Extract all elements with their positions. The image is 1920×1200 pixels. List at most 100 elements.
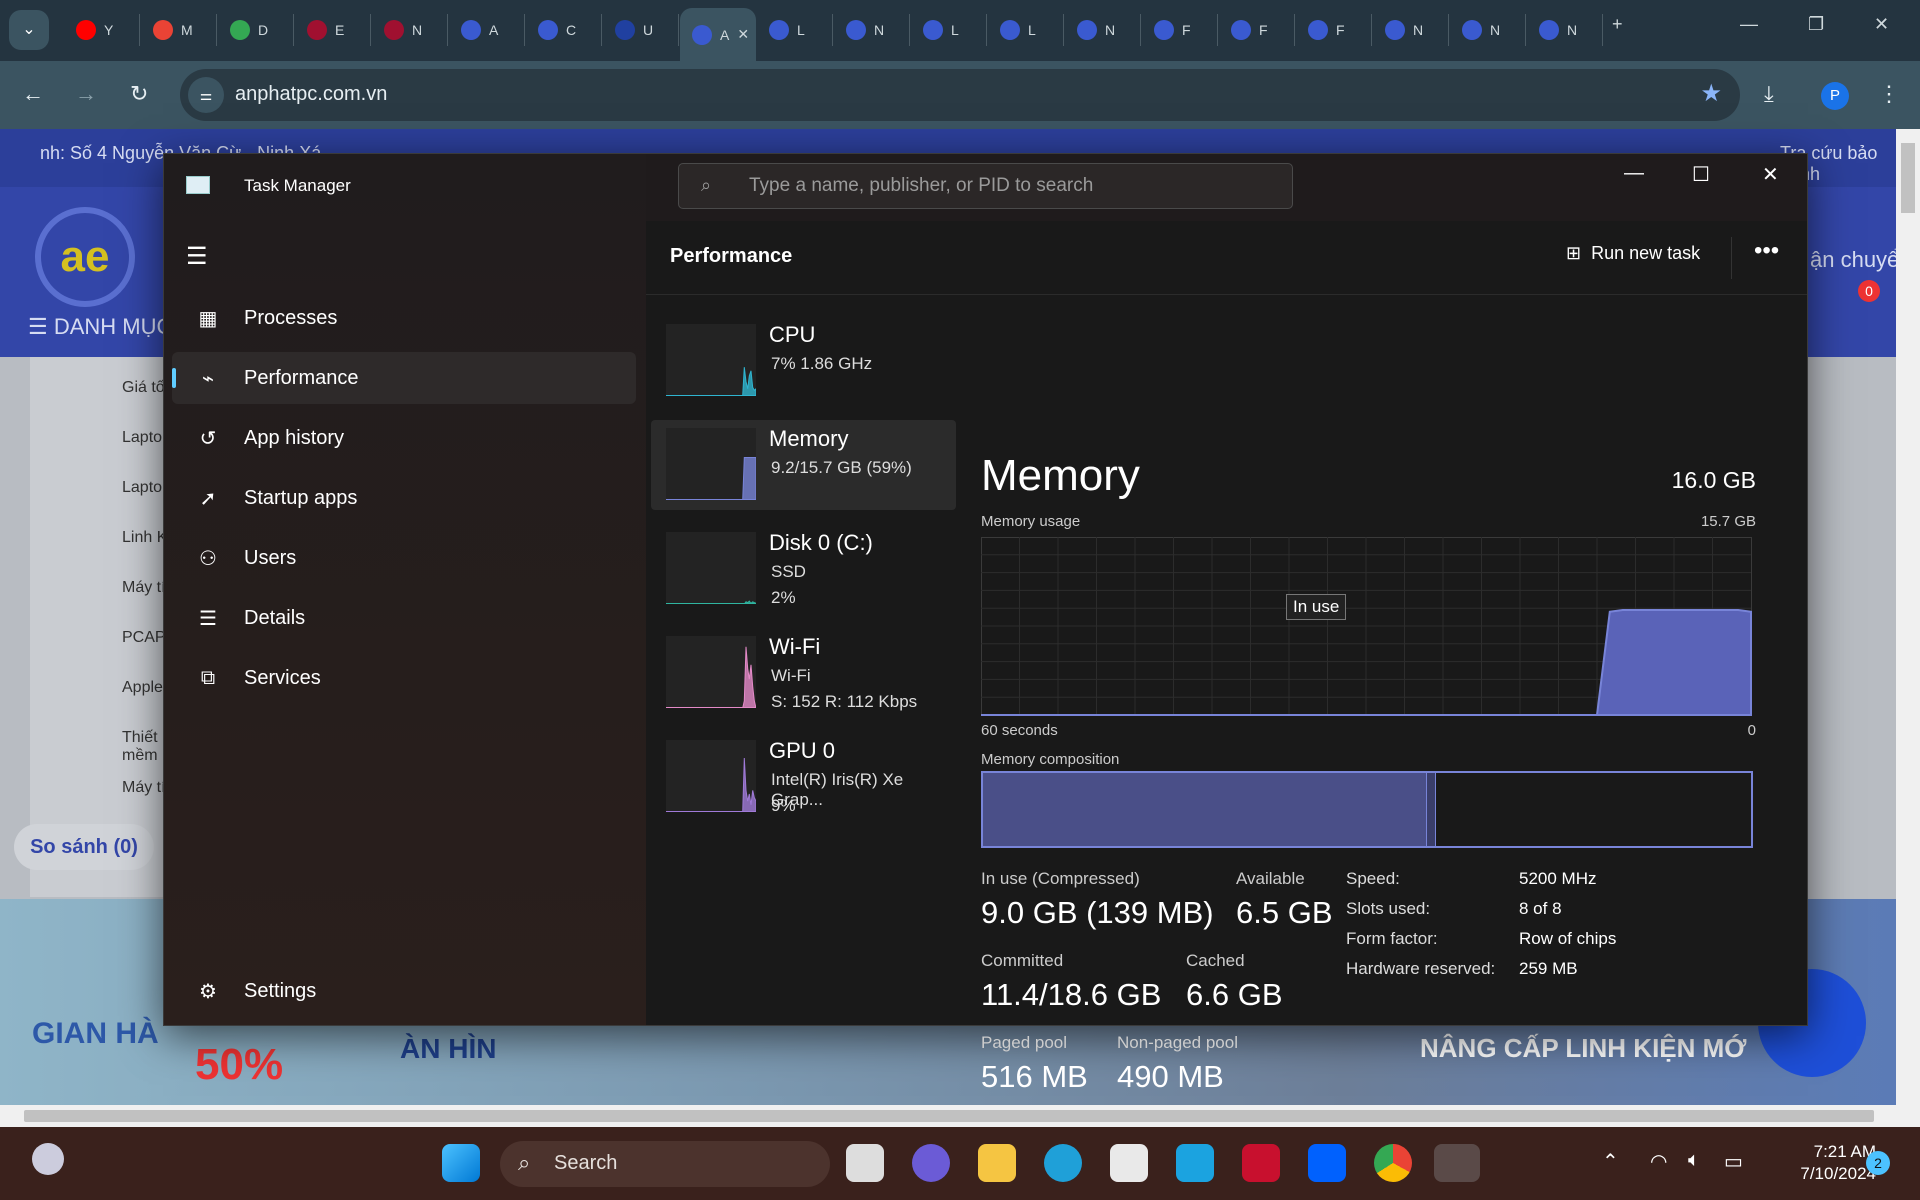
header-divider — [1731, 237, 1732, 279]
teams-icon[interactable] — [912, 1144, 950, 1182]
nav-item-processes[interactable]: ▦ Processes — [172, 292, 636, 344]
bookmark-star-icon[interactable]: ★ — [1700, 79, 1722, 108]
browser-menu-icon[interactable]: ⋮ — [1878, 81, 1900, 107]
volume-icon[interactable]: 🔈︎ — [1688, 1149, 1700, 1172]
maximize-button[interactable]: ☐ — [1692, 162, 1710, 187]
l-app-icon[interactable] — [1176, 1144, 1214, 1182]
memory-usage-graph — [981, 537, 1752, 716]
horizontal-scrollbar[interactable] — [0, 1105, 1920, 1127]
url-text[interactable]: anphatpc.com.vn — [235, 83, 387, 106]
device-wi-fi[interactable]: Wi-Fi Wi-Fi S: 152 R: 112 Kbps — [651, 628, 956, 718]
vertical-scrollbar[interactable] — [1896, 129, 1920, 1105]
users-icon: ⚇ — [199, 547, 217, 570]
restore-browser-button[interactable]: ❐ — [1808, 14, 1824, 35]
browser-tab[interactable]: N — [1527, 14, 1603, 46]
browser-tab[interactable]: N — [372, 14, 448, 46]
memory-composition-bar — [981, 771, 1753, 848]
performance-icon: ⌁ — [201, 367, 215, 390]
task-view-icon[interactable] — [846, 1144, 884, 1182]
browser-tab[interactable]: A ✕ — [680, 8, 756, 61]
browser-tab[interactable]: Y — [64, 14, 140, 46]
in-use-tooltip: In use — [1286, 594, 1347, 620]
browser-tab[interactable]: U — [603, 14, 679, 46]
browser-tab[interactable]: C — [526, 14, 602, 46]
run-new-task-button[interactable]: ⊞ Run new task — [1566, 243, 1700, 264]
browser-tab[interactable]: N — [834, 14, 910, 46]
weather-icon[interactable] — [32, 1143, 64, 1175]
device-name: GPU 0 — [769, 738, 836, 763]
tab-search-button[interactable]: ⌄ — [9, 10, 49, 50]
mcafee-icon[interactable] — [1242, 1144, 1280, 1182]
more-options-icon[interactable]: ••• — [1754, 237, 1779, 265]
drive-icon — [230, 20, 250, 40]
memory-total: 16.0 GB — [1671, 467, 1756, 493]
stat-value: 6.5 GB — [1236, 895, 1333, 930]
graph-time-right: 0 — [1747, 722, 1756, 739]
browser-tab[interactable]: M — [141, 14, 217, 46]
category-menu-item[interactable]: Apple — [122, 679, 163, 697]
browser-tab[interactable]: L — [911, 14, 987, 46]
file-explorer-icon[interactable] — [978, 1144, 1016, 1182]
cart-count-badge[interactable]: 0 — [1858, 280, 1880, 302]
close-browser-button[interactable]: ✕ — [1874, 14, 1889, 35]
device-disk[interactable]: Disk 0 (C:) SSD 2% — [651, 524, 956, 614]
show-hidden-icons-icon[interactable]: ⌃ — [1602, 1149, 1619, 1174]
browser-tab[interactable]: L — [757, 14, 833, 46]
browser-tab[interactable]: N — [1065, 14, 1141, 46]
device-memory[interactable]: Memory 9.2/15.7 GB (59%) — [651, 420, 956, 510]
nav-item-app-history[interactable]: ↺ App history — [172, 412, 636, 464]
task-manager-taskbar-icon[interactable] — [1434, 1144, 1480, 1182]
nav-item-services[interactable]: ⧉ Services — [172, 652, 636, 704]
sparkline-bg — [666, 740, 756, 812]
omnibox[interactable]: ⚌ anphatpc.com.vn ★ — [180, 69, 1740, 121]
reload-button[interactable]: ↻ — [130, 81, 148, 107]
page-header: Performance ⊞ Run new task ••• — [646, 221, 1807, 295]
forward-button[interactable]: → — [75, 81, 97, 107]
compare-button[interactable]: So sánh (0) — [14, 824, 154, 870]
start-button[interactable] — [442, 1144, 480, 1182]
battery-icon[interactable]: ▭ — [1724, 1149, 1743, 1174]
browser-tab[interactable]: N — [1450, 14, 1526, 46]
chrome-icon[interactable] — [1374, 1144, 1412, 1182]
close-tab-icon[interactable]: ✕ — [737, 26, 749, 43]
dropbox-icon[interactable] — [1308, 1144, 1346, 1182]
browser-tab[interactable]: E — [295, 14, 371, 46]
tab-strip: ⌄ Y M D E N A C U A ✕ L N L L N F F F N N N + — ❐ ✕ — [0, 0, 1920, 61]
minimize-button[interactable]: — — [1624, 162, 1644, 185]
wifi-icon[interactable]: ◠ — [1650, 1149, 1667, 1174]
site-logo[interactable]: ae — [35, 207, 135, 307]
nav-item-startup-apps[interactable]: ➚ Startup apps — [172, 472, 636, 524]
nav-item-details[interactable]: ☰ Details — [172, 592, 636, 644]
browser-tab[interactable]: N — [1373, 14, 1449, 46]
edge-icon[interactable] — [1044, 1144, 1082, 1182]
device-gpu[interactable]: GPU 0 Intel(R) Iris(R) Xe Grap... 9% — [651, 732, 956, 822]
minimize-browser-button[interactable]: — — [1740, 14, 1758, 35]
back-button[interactable]: ← — [22, 81, 44, 107]
store-icon[interactable] — [1110, 1144, 1148, 1182]
category-menu-button[interactable]: ☰ DANH MỤC — [28, 314, 172, 340]
device-cpu[interactable]: CPU 7% 1.86 GHz — [651, 316, 956, 406]
nav-item-users[interactable]: ⚇ Users — [172, 532, 636, 584]
device-detail: 9% — [771, 796, 796, 815]
new-tab-button[interactable]: + — [1612, 14, 1623, 35]
browser-tab[interactable]: F — [1142, 14, 1218, 46]
browser-tab[interactable]: F — [1219, 14, 1295, 46]
clock[interactable]: 7:21 AM 7/10/2024 — [1750, 1141, 1876, 1185]
profile-avatar[interactable]: P — [1821, 82, 1849, 110]
close-button[interactable]: ✕ — [1762, 162, 1779, 187]
settings-nav-item[interactable]: ⚙ Settings — [172, 965, 636, 1017]
device-name: CPU — [769, 322, 816, 347]
browser-tab[interactable]: L — [988, 14, 1064, 46]
browser-tab[interactable]: F — [1296, 14, 1372, 46]
notification-badge[interactable]: 2 — [1866, 1151, 1890, 1175]
browser-tab[interactable]: A — [449, 14, 525, 46]
anphat-icon — [1308, 20, 1328, 40]
taskbar-search[interactable]: ⌕ Search — [500, 1141, 830, 1187]
site-info-icon[interactable]: ⚌ — [188, 77, 224, 113]
memory-composition-label: Memory composition — [981, 751, 1120, 768]
download-icon[interactable]: ⤓ — [1764, 81, 1774, 107]
nav-item-performance[interactable]: ⌁ Performance — [172, 352, 636, 404]
hamburger-menu-icon[interactable]: ☰ — [186, 242, 208, 271]
browser-tab[interactable]: D — [218, 14, 294, 46]
search-input[interactable]: ⌕ Type a name, publisher, or PID to searc… — [678, 163, 1293, 209]
